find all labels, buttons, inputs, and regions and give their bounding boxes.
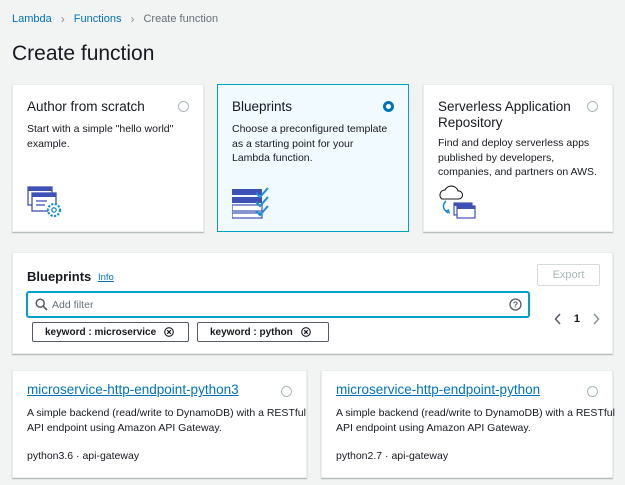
svg-text:?: ? bbox=[513, 300, 518, 310]
blueprint-name-link[interactable]: microservice-http-endpoint-python bbox=[336, 382, 540, 397]
option-title: Serverless Application Repository bbox=[438, 99, 571, 130]
code-gear-icon bbox=[27, 186, 62, 218]
filter-token-microservice: keyword : microservice bbox=[32, 322, 189, 342]
filter-token-label: keyword : python bbox=[210, 326, 293, 338]
breadcrumb-lambda-link[interactable]: Lambda bbox=[12, 13, 52, 25]
breadcrumb-separator-icon: › bbox=[60, 12, 65, 26]
page-number[interactable]: 1 bbox=[574, 313, 580, 325]
blueprint-meta: python3.6 · api-gateway bbox=[27, 450, 140, 462]
chevron-right-icon[interactable] bbox=[592, 313, 600, 325]
option-serverless-application-repository[interactable]: Serverless Application Repository Find a… bbox=[423, 84, 613, 232]
blueprint-radio[interactable] bbox=[587, 386, 598, 397]
option-title: Author from scratch bbox=[27, 99, 145, 114]
export-button[interactable]: Export bbox=[537, 264, 600, 286]
option-title: Blueprints bbox=[232, 99, 293, 114]
breadcrumb-separator-icon: › bbox=[130, 12, 135, 26]
option-radio[interactable] bbox=[587, 101, 598, 112]
option-radio[interactable] bbox=[383, 101, 394, 112]
option-description: Find and deploy serverless apps publishe… bbox=[438, 137, 597, 178]
breadcrumb: Lambda › Functions › Create function bbox=[12, 12, 218, 26]
help-icon[interactable]: ? bbox=[509, 298, 522, 311]
filter-token-python: keyword : python bbox=[197, 322, 329, 342]
blueprint-card[interactable]: microservice-http-endpoint-python3 A sim… bbox=[12, 370, 307, 478]
breadcrumb-current: Create function bbox=[143, 13, 219, 25]
option-radio[interactable] bbox=[178, 101, 189, 112]
cloud-deploy-icon bbox=[439, 185, 476, 219]
filter-token-label: keyword : microservice bbox=[45, 326, 157, 338]
blueprint-radio[interactable] bbox=[281, 386, 292, 397]
blueprints-panel-title: Blueprints bbox=[27, 269, 92, 284]
filter-search-box[interactable]: ? bbox=[26, 291, 530, 318]
option-description: Choose a preconfigured template as a sta… bbox=[232, 123, 388, 164]
option-blueprints[interactable]: Blueprints Choose a preconfigured templa… bbox=[217, 84, 409, 232]
option-author-from-scratch[interactable]: Author from scratch Start with a simple … bbox=[12, 84, 204, 232]
breadcrumb-functions-link[interactable]: Functions bbox=[74, 13, 122, 25]
blueprint-name-link[interactable]: microservice-http-endpoint-python3 bbox=[27, 382, 239, 397]
blueprint-card[interactable]: microservice-http-endpoint-python A simp… bbox=[321, 370, 615, 478]
search-icon bbox=[35, 298, 48, 311]
remove-token-icon[interactable] bbox=[164, 327, 175, 337]
remove-token-icon[interactable] bbox=[300, 327, 311, 337]
page-title: Create function bbox=[12, 42, 155, 65]
blueprint-description: A simple backend (read/write to DynamoDB… bbox=[336, 407, 615, 434]
blueprint-meta: python2.7 · api-gateway bbox=[336, 450, 449, 462]
pagination: 1 bbox=[554, 313, 600, 325]
filter-input[interactable] bbox=[52, 297, 492, 313]
blueprint-description: A simple backend (read/write to DynamoDB… bbox=[27, 407, 306, 434]
option-description: Start with a simple "hello world" exampl… bbox=[27, 123, 174, 150]
blueprint-checklist-icon bbox=[232, 187, 269, 219]
chevron-left-icon[interactable] bbox=[554, 313, 562, 325]
info-link[interactable]: Info bbox=[98, 272, 114, 283]
blueprints-panel: Blueprints Info Export ? keyword : micro… bbox=[12, 252, 613, 354]
